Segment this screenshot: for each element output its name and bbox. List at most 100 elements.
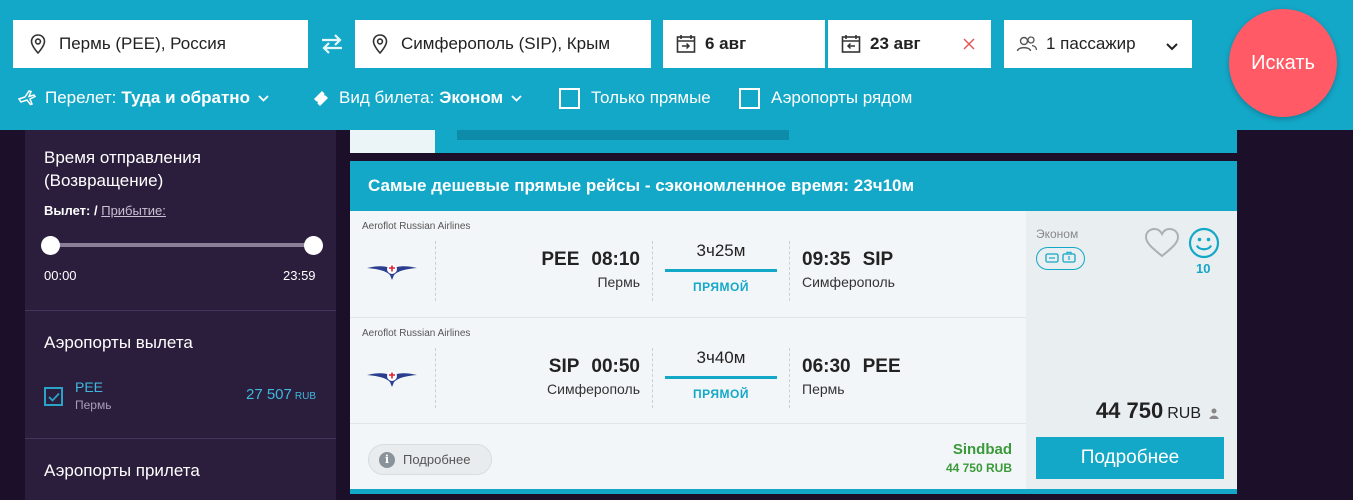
time-min-label: 00:00 <box>44 268 77 283</box>
check-icon[interactable] <box>44 387 63 406</box>
price-currency: RUB <box>1167 405 1201 422</box>
heart-icon[interactable] <box>1144 227 1180 264</box>
agency-price: 44 750 RUB <box>945 461 1012 475</box>
search-header: Пермь (PEE), Россия Симферополь (SIP), К… <box>0 0 1353 130</box>
divider <box>435 348 436 408</box>
card-bottom-bar <box>350 489 1237 494</box>
aeroflot-logo-icon <box>365 363 419 389</box>
duration-line <box>665 376 777 379</box>
calendar-return-icon <box>840 33 862 55</box>
duration-line <box>665 269 777 272</box>
search-button[interactable]: Искать <box>1229 9 1337 117</box>
ticket-class: Эконом <box>1036 227 1079 241</box>
departure-time: SIP 00:50 <box>548 356 640 377</box>
more-info-label: Подробнее <box>403 452 471 467</box>
clear-date-icon[interactable] <box>959 34 979 54</box>
airport-filter-item[interactable]: PEE Пермь 27 507 RUB <box>44 377 316 417</box>
passengers-value: 1 пассажир <box>1046 34 1136 53</box>
nearby-airports-checkbox[interactable]: Аэропорты рядом <box>739 84 912 112</box>
time-max-label: 23:59 <box>283 268 316 283</box>
result-card: Самые дешевые прямые рейсы - сэкономленн… <box>350 161 1237 494</box>
time-slider-min-handle[interactable] <box>41 236 60 255</box>
ticket-class-dropdown[interactable]: Вид билета: Эконом <box>311 84 522 112</box>
total-price: 44 750 RUB <box>1096 398 1219 425</box>
filters-sidebar: Время отправления (Возвращение) Вылет: /… <box>25 130 336 500</box>
baggage-icon <box>1045 250 1059 268</box>
time-slider-track[interactable] <box>50 243 313 247</box>
chevron-down-icon <box>258 94 269 102</box>
chevron-down-icon <box>511 94 522 102</box>
flight-duration: 3ч40м <box>696 348 746 367</box>
card-title: Самые дешевые прямые рейсы - сэкономленн… <box>350 161 1237 211</box>
depart-date-field[interactable]: 6 авг <box>663 20 825 68</box>
departure-city: Симферополь <box>547 381 640 397</box>
price-panel: Эконом 10 44 750 RUB Подробнее <box>1026 211 1237 489</box>
origin-value: Пермь (PEE), Россия <box>59 34 226 53</box>
divider <box>789 348 790 408</box>
direct-label: ПРЯМОЙ <box>693 280 749 294</box>
divider <box>789 241 790 301</box>
airport-code: PEE <box>75 379 104 395</box>
checkbox-box[interactable] <box>559 87 580 109</box>
ticket-icon <box>311 88 331 108</box>
airline-name: Aeroflot Russian Airlines <box>362 328 471 339</box>
price-value: 44 750 <box>1095 398 1164 423</box>
plane-icon <box>17 88 37 108</box>
more-info-button[interactable]: i Подробнее <box>368 444 492 475</box>
return-date-value: 23 авг <box>870 34 921 53</box>
airport-city: Пермь <box>75 398 112 412</box>
flight-type-label: Перелет: <box>45 88 117 107</box>
ticket-class-label: Вид билета: <box>339 88 435 107</box>
flight-type-value: Туда и обратно <box>121 88 250 107</box>
details-button[interactable]: Подробнее <box>1036 437 1224 479</box>
return-leg[interactable]: Aeroflot Russian Airlines SIP 00:50 Симфе… <box>350 317 1026 422</box>
departure-city: Пермь <box>597 274 640 290</box>
flight-duration: 3ч25м <box>696 241 746 260</box>
depart-date-value: 6 авг <box>705 34 747 53</box>
direct-only-checkbox[interactable]: Только прямые <box>559 84 711 112</box>
arrival-time: 06:30 PEE <box>802 356 901 377</box>
flight-type-dropdown[interactable]: Перелет: Туда и обратно <box>17 84 269 112</box>
divider <box>652 241 653 301</box>
time-filter-title: Время отправления (Возвращение) <box>44 148 201 190</box>
arrival-time: 09:35 SIP <box>802 249 894 270</box>
previous-card-body <box>350 130 435 153</box>
time-mode-switch: Вылет: / Прибытие: <box>44 203 166 218</box>
arrival-city: Симферополь <box>802 274 895 290</box>
direct-label: ПРЯМОЙ <box>693 387 749 401</box>
chevron-down-icon <box>1166 36 1178 56</box>
previous-result-card <box>350 130 1237 153</box>
ticket-class-value: Эконом <box>439 88 504 107</box>
arrival-city: Пермь <box>802 381 845 397</box>
divider <box>652 348 653 408</box>
arrival-mode-link[interactable]: Прибытие: <box>101 203 166 218</box>
baggage-badge[interactable] <box>1036 247 1085 270</box>
arrival-airports-title: Аэропорты прилета <box>44 461 200 480</box>
destination-field[interactable]: Симферополь (SIP), Крым <box>355 20 651 68</box>
previous-card-button[interactable] <box>457 130 789 140</box>
origin-field[interactable]: Пермь (PEE), Россия <box>13 20 308 68</box>
divider <box>435 241 436 301</box>
divider <box>25 438 336 439</box>
direct-only-label: Только прямые <box>591 88 711 107</box>
agency-name: Sindbad <box>952 441 1012 458</box>
flight-legs[interactable]: Aeroflot Russian Airlines PEE 08:10 Пермь… <box>350 211 1026 489</box>
smile-icon <box>1188 227 1220 264</box>
departure-mode[interactable]: Вылет: <box>44 203 90 218</box>
person-icon <box>1209 399 1219 425</box>
card-footer: i Подробнее Sindbad 44 750 RUB <box>350 423 1026 489</box>
airline-name: Aeroflot Russian Airlines <box>362 221 471 232</box>
passengers-icon <box>1016 33 1038 55</box>
outbound-leg[interactable]: Aeroflot Russian Airlines PEE 08:10 Пермь… <box>350 211 1026 316</box>
nearby-airports-label: Аэропорты рядом <box>771 88 913 107</box>
passengers-field[interactable]: 1 пассажир <box>1004 20 1192 68</box>
location-pin-icon <box>369 33 391 55</box>
departure-airports-title: Аэропорты вылета <box>44 333 193 352</box>
mode-separator: / <box>93 203 98 218</box>
agency-info[interactable]: Sindbad 44 750 RUB <box>946 441 1012 475</box>
return-date-field[interactable]: 23 авг <box>828 20 991 68</box>
time-slider-max-handle[interactable] <box>304 236 323 255</box>
airport-price: 27 507 RUB <box>245 386 316 403</box>
checkbox-box[interactable] <box>739 87 760 109</box>
swap-icon[interactable] <box>318 32 346 56</box>
